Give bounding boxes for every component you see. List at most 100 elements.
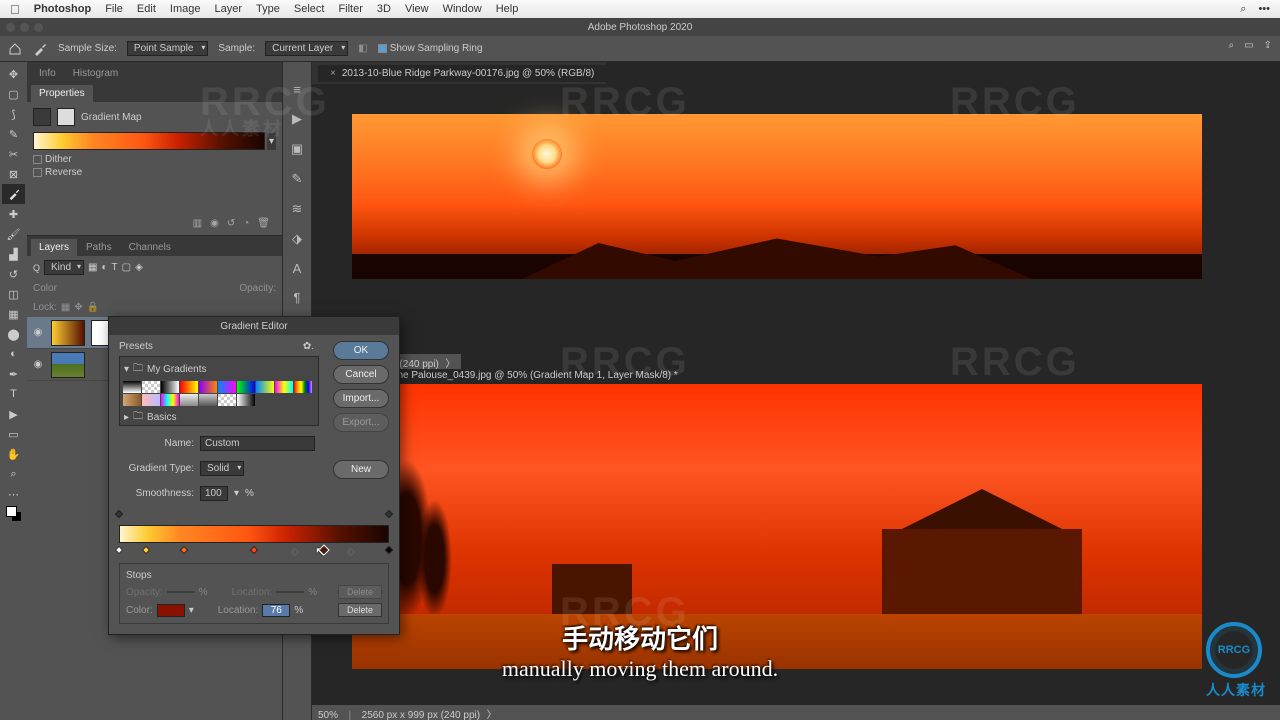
dialog-titlebar[interactable]: Gradient Editor <box>109 317 399 335</box>
close-window-icon[interactable] <box>6 23 15 32</box>
color-stop[interactable] <box>180 547 188 557</box>
layer-thumbnail[interactable] <box>51 352 85 378</box>
menu-view[interactable]: View <box>405 3 429 15</box>
minimize-window-icon[interactable] <box>20 23 29 32</box>
gradient-swatch[interactable] <box>237 394 255 406</box>
clip-icon[interactable]: ▥ <box>193 218 202 229</box>
stamp-tool-icon[interactable]: ▟ <box>2 244 25 264</box>
tab-properties[interactable]: Properties <box>31 85 93 102</box>
stop-color-well[interactable] <box>157 604 185 617</box>
filter-shape-icon[interactable]: ▢ <box>122 262 131 273</box>
eraser-tool-icon[interactable]: ◫ <box>2 284 25 304</box>
apple-menu-icon[interactable]:  <box>10 2 20 17</box>
workspace-icon[interactable]: ▭ <box>1244 40 1253 51</box>
filter-smart-icon[interactable]: ◈ <box>135 262 143 273</box>
menu-type[interactable]: Type <box>256 3 280 15</box>
pen-tool-icon[interactable]: ✒ <box>2 364 25 384</box>
color-stop[interactable] <box>142 547 150 557</box>
menu-extras-icon[interactable]: ••• <box>1258 3 1270 16</box>
menu-3d[interactable]: 3D <box>377 3 391 15</box>
delete-color-stop-button[interactable]: Delete <box>338 603 382 617</box>
tab-info[interactable]: Info <box>31 65 64 82</box>
layer-thumbnail[interactable] <box>51 320 85 346</box>
layer-filter-dropdown[interactable]: Kind <box>44 260 84 275</box>
color-dropdown-icon[interactable]: ▾ <box>189 605 194 616</box>
color-stop[interactable] <box>250 547 258 557</box>
menu-file[interactable]: File <box>105 3 123 15</box>
presets-menu-icon[interactable]: ✿. <box>303 341 314 352</box>
document-tab[interactable]: 01014_The Palouse_0439.jpg @ 50% (Gradie… <box>352 369 684 384</box>
gradient-swatch[interactable] <box>180 394 198 406</box>
menu-select[interactable]: Select <box>294 3 325 15</box>
filter-pixel-icon[interactable]: ▦ <box>88 262 97 273</box>
libraries-icon[interactable]: ▣ <box>291 141 303 157</box>
new-button[interactable]: New <box>333 460 389 479</box>
close-tab-icon[interactable]: × <box>330 68 336 79</box>
blend-mode-dropdown[interactable]: Color <box>33 283 57 294</box>
gradient-type-dropdown[interactable]: Solid <box>200 461 244 476</box>
play-icon[interactable]: ▶ <box>292 111 302 127</box>
move-tool-icon[interactable]: ✥ <box>2 64 25 84</box>
show-sampling-ring-checkbox[interactable]: Show Sampling Ring <box>378 43 483 54</box>
menu-window[interactable]: Window <box>443 3 482 15</box>
midpoint-handle[interactable] <box>290 548 298 556</box>
gradient-swatch[interactable] <box>123 381 141 393</box>
crop-tool-icon[interactable]: ✂ <box>2 144 25 164</box>
zoom-window-icon[interactable] <box>34 23 43 32</box>
hand-tool-icon[interactable]: ✋ <box>2 444 25 464</box>
healing-tool-icon[interactable]: ✚ <box>2 204 25 224</box>
eyedropper-tool-icon[interactable] <box>2 184 25 204</box>
color-swatches[interactable] <box>2 504 25 524</box>
color-location-input[interactable]: 76 <box>262 604 290 617</box>
gradient-swatch[interactable] <box>180 381 198 393</box>
menu-layer[interactable]: Layer <box>214 3 242 15</box>
brushes-icon[interactable]: ✎ <box>292 171 303 187</box>
gradient-swatch[interactable] <box>142 381 160 393</box>
gradient-swatch[interactable] <box>218 381 236 393</box>
home-icon[interactable] <box>8 42 22 56</box>
app-name[interactable]: Photoshop <box>34 3 91 15</box>
filter-type-icon[interactable]: T <box>112 262 118 273</box>
view-previous-icon[interactable]: ◉ <box>210 218 219 229</box>
gradient-swatch[interactable] <box>294 381 312 393</box>
gradient-swatch[interactable] <box>142 394 160 406</box>
folder-basics[interactable]: ▸🗀Basics <box>122 407 316 426</box>
character-panel-icon[interactable]: A <box>293 261 302 276</box>
menu-help[interactable]: Help <box>496 3 519 15</box>
tab-layers[interactable]: Layers <box>31 239 77 256</box>
gradient-swatch[interactable] <box>256 381 274 393</box>
import-button[interactable]: Import... <box>333 389 389 408</box>
color-stop-selected[interactable] <box>320 547 328 557</box>
search-icon[interactable]: ⌕ <box>1240 3 1246 16</box>
tab-histogram[interactable]: Histogram <box>65 65 127 82</box>
reverse-checkbox[interactable]: Reverse <box>33 167 276 178</box>
tab-paths[interactable]: Paths <box>78 239 120 256</box>
adjustments-icon[interactable]: ≋ <box>292 201 303 217</box>
smoothness-input[interactable]: 100 <box>200 486 228 501</box>
color-stop[interactable] <box>385 547 393 557</box>
canvas-sunset[interactable] <box>352 114 1202 279</box>
gradient-strip[interactable] <box>119 525 389 543</box>
sample-size-dropdown[interactable]: Point Sample <box>127 41 208 56</box>
history-brush-tool-icon[interactable]: ↺ <box>2 264 25 284</box>
gradient-bar-editor[interactable] <box>119 511 389 557</box>
marquee-tool-icon[interactable]: ▢ <box>2 84 25 104</box>
edit-toolbar-icon[interactable]: ⋯ <box>2 484 25 504</box>
gradient-tool-icon[interactable]: ▦ <box>2 304 25 324</box>
visibility-toggle-icon[interactable]: ◉ <box>31 359 45 370</box>
paragraph-panel-icon[interactable]: ¶ <box>294 290 301 305</box>
name-input[interactable]: Custom <box>200 436 315 451</box>
menu-edit[interactable]: Edit <box>137 3 156 15</box>
document-tab[interactable]: × 2013-10-Blue Ridge Parkway-00176.jpg @… <box>318 65 606 82</box>
lock-position-icon[interactable]: ✥ <box>74 302 82 313</box>
gradient-swatch[interactable] <box>199 394 217 406</box>
reset-icon[interactable]: ↺ <box>227 218 235 229</box>
midpoint-handle[interactable] <box>347 548 355 556</box>
path-select-tool-icon[interactable]: ▶ <box>2 404 25 424</box>
visibility-icon[interactable]: ◔ <box>243 218 249 229</box>
color-stop[interactable] <box>115 547 123 557</box>
shape-tool-icon[interactable]: ▭ <box>2 424 25 444</box>
dodge-tool-icon[interactable]: ◐ <box>2 344 25 364</box>
sample-all-icon[interactable]: ◧ <box>358 43 367 54</box>
gradient-swatch[interactable] <box>161 394 179 406</box>
